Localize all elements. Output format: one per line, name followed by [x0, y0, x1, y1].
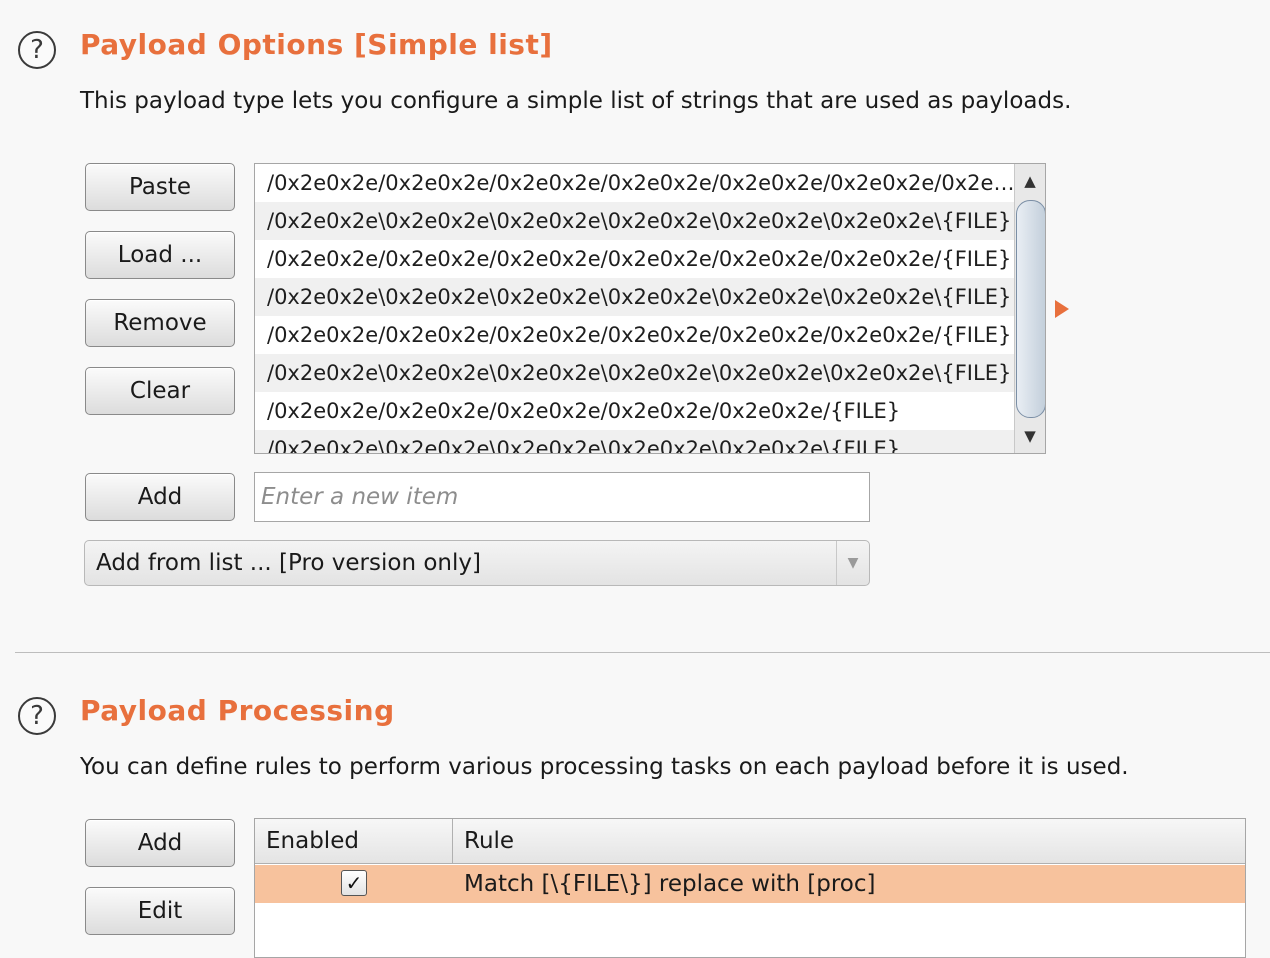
table-header: Enabled Rule — [255, 819, 1245, 864]
section-divider — [15, 652, 1270, 653]
payload-processing-title: Payload Processing — [80, 694, 395, 727]
chevron-down-icon[interactable]: ▼ — [836, 541, 869, 585]
payload-processing-description: You can define rules to perform various … — [80, 754, 1129, 780]
column-header-rule[interactable]: Rule — [453, 819, 1245, 863]
list-item[interactable]: /0x2e0x2e\0x2e0x2e\0x2e0x2e\0x2e0x2e\0x2… — [255, 354, 1015, 392]
column-header-enabled[interactable]: Enabled — [255, 819, 453, 863]
clear-button[interactable]: Clear — [85, 367, 235, 415]
list-item[interactable]: /0x2e0x2e\0x2e0x2e\0x2e0x2e\0x2e0x2e\0x2… — [255, 278, 1015, 316]
add-from-list-label: Add from list ... [Pro version only] — [96, 550, 481, 576]
remove-button[interactable]: Remove — [85, 299, 235, 347]
help-glyph: ? — [30, 701, 44, 731]
checkmark-icon: ✓ — [345, 871, 363, 895]
scroll-up-icon[interactable]: ▲ — [1015, 166, 1045, 196]
help-glyph: ? — [30, 35, 44, 65]
play-arrow-icon[interactable] — [1055, 300, 1069, 318]
edit-rule-button[interactable]: Edit — [85, 887, 235, 935]
list-item[interactable]: /0x2e0x2e/0x2e0x2e/0x2e0x2e/0x2e0x2e/0x2… — [255, 164, 1015, 202]
payload-list-rows: /0x2e0x2e/0x2e0x2e/0x2e0x2e/0x2e0x2e/0x2… — [255, 164, 1015, 453]
load-button[interactable]: Load ... — [85, 231, 235, 279]
list-item[interactable]: /0x2e0x2e\0x2e0x2e\0x2e0x2e\0x2e0x2e\0x2… — [255, 202, 1015, 240]
table-row[interactable]: ✓ Match [\{FILE\}] replace with [proc] — [255, 865, 1245, 903]
paste-button[interactable]: Paste — [85, 163, 235, 211]
help-icon[interactable]: ? — [18, 31, 56, 69]
help-icon[interactable]: ? — [18, 697, 56, 735]
payload-list-scrollbar[interactable]: ▲ ▼ — [1014, 164, 1045, 453]
rule-cell: Match [\{FILE\}] replace with [proc] — [464, 871, 876, 897]
new-item-input[interactable] — [254, 472, 870, 522]
add-from-list-dropdown[interactable]: Add from list ... [Pro version only] ▼ — [84, 540, 870, 586]
enabled-checkbox[interactable]: ✓ — [341, 870, 367, 896]
processing-rules-table[interactable]: Enabled Rule ✓ Match [\{FILE\}] replace … — [254, 818, 1246, 958]
payload-list[interactable]: /0x2e0x2e/0x2e0x2e/0x2e0x2e/0x2e0x2e/0x2… — [254, 163, 1046, 454]
payload-options-description: This payload type lets you configure a s… — [80, 88, 1072, 114]
add-rule-button[interactable]: Add — [85, 819, 235, 867]
payload-options-title: Payload Options [Simple list] — [80, 28, 553, 61]
list-item[interactable]: /0x2e0x2e/0x2e0x2e/0x2e0x2e/0x2e0x2e/0x2… — [255, 240, 1015, 278]
scroll-down-icon[interactable]: ▼ — [1015, 421, 1045, 451]
list-item[interactable]: /0x2e0x2e/0x2e0x2e/0x2e0x2e/0x2e0x2e/0x2… — [255, 392, 1015, 430]
add-item-button[interactable]: Add — [85, 473, 235, 521]
list-item[interactable]: /0x2e0x2e/0x2e0x2e/0x2e0x2e/0x2e0x2e/0x2… — [255, 316, 1015, 354]
scrollbar-thumb[interactable] — [1016, 200, 1045, 418]
list-item[interactable]: /0x2e0x2e\0x2e0x2e\0x2e0x2e\0x2e0x2e\0x2… — [255, 430, 1015, 453]
